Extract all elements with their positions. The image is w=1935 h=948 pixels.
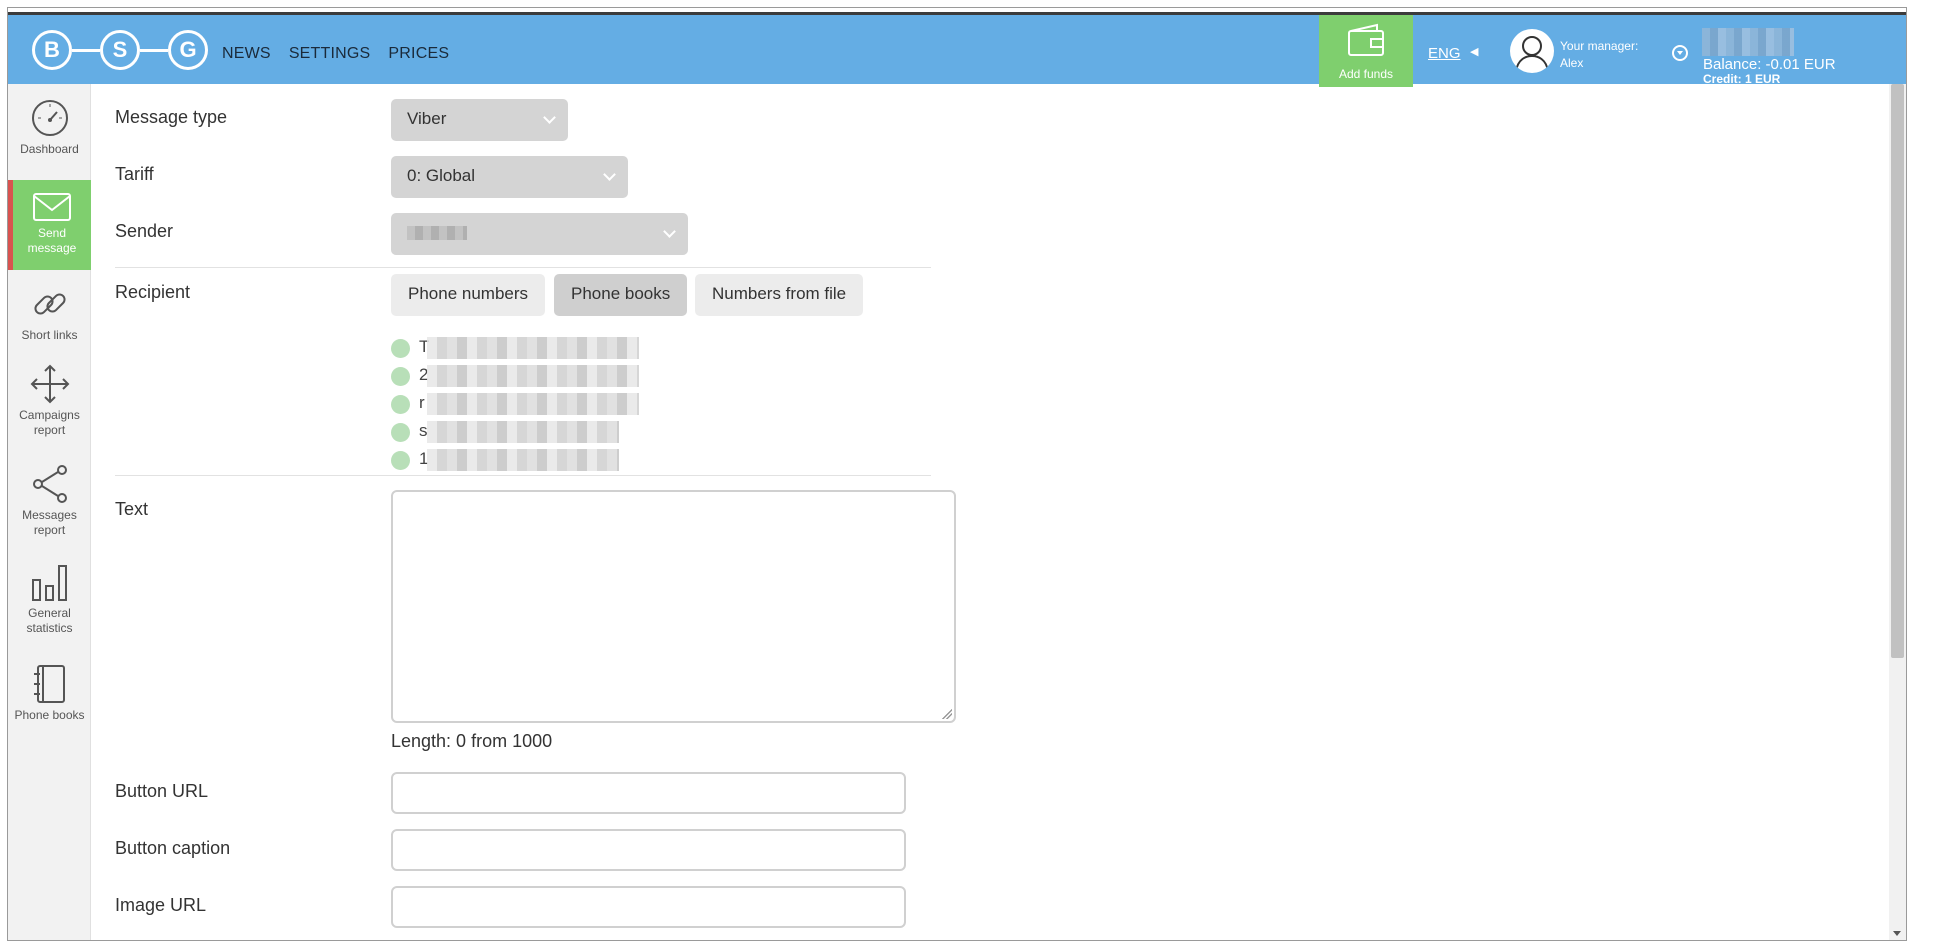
sender-select[interactable] (391, 213, 688, 255)
share-icon (32, 465, 67, 503)
chevron-down-icon (603, 168, 616, 181)
send-message-form: Message type Viber Tariff 0: Global Send… (91, 84, 1906, 940)
sidebar-item-label: Phone books (14, 708, 85, 722)
button-caption-label: Button caption (115, 838, 231, 858)
manager-info: Your manager: Alex (1560, 38, 1638, 72)
phone-book-name: r (419, 393, 425, 412)
scrollbar-thumb[interactable] (1891, 84, 1904, 658)
tab-numbers-from-file[interactable]: Numbers from file (695, 274, 864, 316)
checkbox[interactable] (391, 451, 410, 470)
message-type-value: Viber (407, 109, 447, 128)
divider (115, 475, 931, 476)
recipient-label: Recipient (115, 282, 191, 302)
sidebar-item-label: Messages report (22, 508, 77, 537)
checkbox[interactable] (391, 367, 410, 386)
tab-phone-books[interactable]: Phone books (554, 274, 688, 316)
logo-letter: G (168, 30, 208, 70)
nav-prices[interactable]: PRICES (388, 45, 449, 63)
tariff-value: 0: Global (407, 166, 476, 185)
wallet-icon (1348, 23, 1384, 56)
tab-phone-numbers[interactable]: Phone numbers (391, 274, 546, 316)
app-window: B S G NEWS SETTINGS PRICES Add funds ENG… (7, 7, 1907, 941)
manager-avatar (1510, 29, 1554, 73)
user-icon (1515, 36, 1549, 72)
bar-chart-icon (31, 565, 67, 601)
message-type-label: Message type (115, 107, 228, 127)
bsg-logo[interactable]: B S G (32, 30, 208, 70)
checkbox[interactable] (391, 339, 410, 358)
button-caption-input[interactable] (391, 829, 906, 871)
vertical-scrollbar[interactable] (1889, 84, 1906, 940)
sidebar-item-dashboard[interactable]: Dashboard (8, 98, 91, 162)
redacted-text (427, 449, 619, 471)
sidebar-item-general-statistics[interactable]: General statistics (8, 562, 91, 642)
sidebar: Dashboard Send message Short links Campa… (8, 84, 91, 940)
message-type-select[interactable]: Viber (391, 99, 568, 141)
account-id-redacted (1702, 28, 1794, 56)
chevron-down-icon (543, 111, 556, 124)
sidebar-item-label: Campaigns report (19, 408, 80, 437)
manager-label: Your manager: (1560, 39, 1639, 53)
button-url-input[interactable] (391, 772, 906, 814)
add-funds-button[interactable]: Add funds (1319, 15, 1413, 87)
message-text-area[interactable] (391, 490, 956, 723)
tariff-select[interactable]: 0: Global (391, 156, 628, 198)
logo-letter: S (100, 30, 140, 70)
sidebar-item-label: Dashboard (20, 142, 79, 156)
sidebar-item-label: General statistics (26, 606, 73, 635)
sidebar-item-label: Short links (21, 328, 78, 342)
redacted-text (427, 421, 619, 443)
sender-label: Sender (115, 221, 174, 241)
length-counter: Length: 0 from 1000 (391, 731, 553, 751)
add-funds-label: Add funds (1338, 67, 1394, 81)
sidebar-item-campaigns-report[interactable]: Campaigns report (8, 364, 91, 444)
nav-settings[interactable]: SETTINGS (289, 45, 371, 63)
text-label: Text (115, 499, 149, 519)
image-url-label: Image URL (115, 895, 207, 915)
sidebar-item-messages-report[interactable]: Messages report (8, 464, 91, 544)
logo-letter: B (32, 30, 72, 70)
redacted-text (427, 365, 639, 387)
caret-left-icon[interactable]: ◀ (1470, 45, 1478, 58)
button-url-label: Button URL (115, 781, 209, 801)
top-header: B S G NEWS SETTINGS PRICES Add funds ENG… (8, 12, 1906, 87)
checkbox[interactable] (391, 423, 410, 442)
sidebar-item-short-links[interactable]: Short links (8, 284, 91, 348)
redacted-text (427, 337, 639, 359)
manager-name: Alex (1560, 56, 1584, 70)
link-icon (33, 293, 66, 315)
sidebar-item-label: Send message (27, 226, 77, 255)
sender-value-redacted (407, 226, 467, 240)
checkbox[interactable] (391, 395, 410, 414)
chevron-down-circle-icon[interactable] (1672, 45, 1688, 61)
resize-handle[interactable] (942, 709, 952, 719)
scroll-down-arrow-icon[interactable] (1893, 931, 1901, 936)
move-arrows-icon (30, 364, 69, 404)
language-selector[interactable]: ENG (1428, 45, 1461, 62)
nav-news[interactable]: NEWS (222, 45, 271, 63)
chevron-down-icon (663, 225, 676, 238)
balance-text: Balance: -0.01 EUR (1703, 56, 1836, 73)
divider (115, 267, 931, 268)
tariff-label: Tariff (115, 164, 154, 184)
sidebar-item-phone-books[interactable]: Phone books (8, 664, 91, 728)
main-nav: NEWS SETTINGS PRICES (222, 45, 449, 63)
window-top-edge (0, 0, 1935, 7)
envelope-icon (33, 193, 71, 221)
redacted-text (427, 393, 639, 415)
notebook-icon (33, 665, 65, 703)
image-url-input[interactable] (391, 886, 906, 928)
speedometer-icon (31, 100, 68, 136)
sidebar-item-send-message[interactable]: Send message (8, 180, 91, 270)
